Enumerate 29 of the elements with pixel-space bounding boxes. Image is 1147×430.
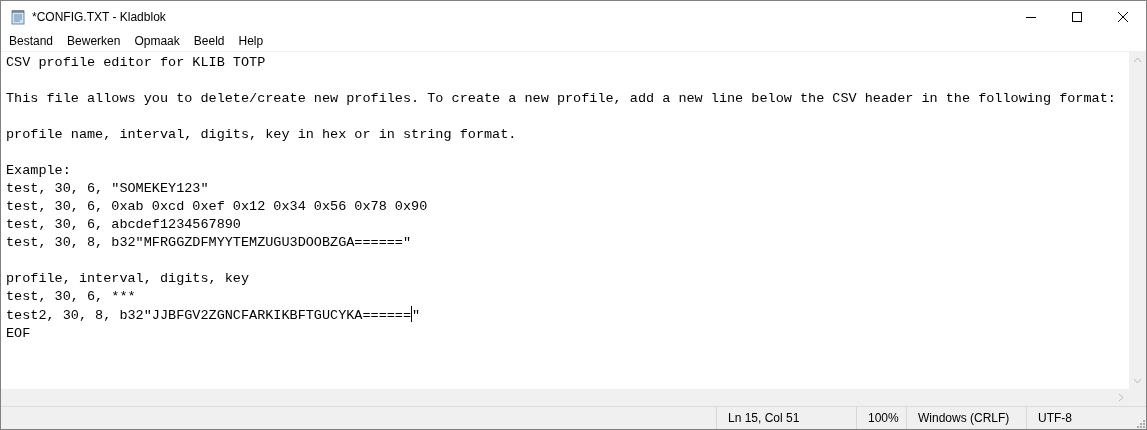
- status-field: 100%: [856, 407, 906, 429]
- vertical-scrollbar[interactable]: [1129, 51, 1146, 390]
- maximize-icon: [1072, 11, 1082, 22]
- text-line: This file allows you to delete/create new profiles. To create a new profile, add a new line below the CSV header in the following format:: [6, 89, 1116, 108]
- notepad-icon: [10, 8, 26, 25]
- text-cursor: [411, 305, 413, 322]
- text-line: test, 30, 6, abcdef1234567890: [6, 215, 241, 234]
- resize-grip-icon[interactable]: [1136, 419, 1146, 429]
- menu-item[interactable]: Help: [231, 34, 271, 49]
- status-field: Windows (CRLF): [906, 407, 1026, 429]
- status-field: Ln 15, Col 51: [716, 407, 856, 429]
- text-line: test, 30, 6, "SOMEKEY123": [6, 179, 209, 198]
- text-line: test, 30, 6, 0xab 0xcd 0xef 0x12 0x34 0x56 0x78 0x90: [6, 197, 428, 216]
- menu-item[interactable]: Bestand: [2, 34, 61, 49]
- text-line: CSV profile editor for KLIB TOTP: [6, 53, 266, 72]
- text-line: test, 30, 6, ***: [6, 287, 136, 306]
- text-line: test, 30, 8, b32"MFRGGZDFMYYTEMZUGU3DOOBZGA======": [6, 233, 412, 252]
- close-icon: [1118, 11, 1128, 22]
- window-title: *CONFIG.TXT - Kladblok: [32, 9, 167, 24]
- text-line: profile, interval, digits, key: [6, 269, 250, 288]
- menu-item[interactable]: Bewerken: [60, 34, 128, 49]
- horizontal-scrollbar[interactable]: [1, 389, 1129, 407]
- text-line: profile name, interval, digits, key in hex or in string format.: [6, 125, 517, 144]
- text-line: test2, 30, 8, b32"JJBFGV2ZGNCFARKIKBFTGUCYKA======": [6, 305, 421, 325]
- text-line: Example:: [6, 161, 71, 180]
- status-field: UTF-8: [1026, 407, 1132, 429]
- menu-item[interactable]: Opmaak: [127, 34, 187, 49]
- text-line: EOF: [6, 324, 31, 343]
- menu-item[interactable]: Beeld: [186, 34, 232, 49]
